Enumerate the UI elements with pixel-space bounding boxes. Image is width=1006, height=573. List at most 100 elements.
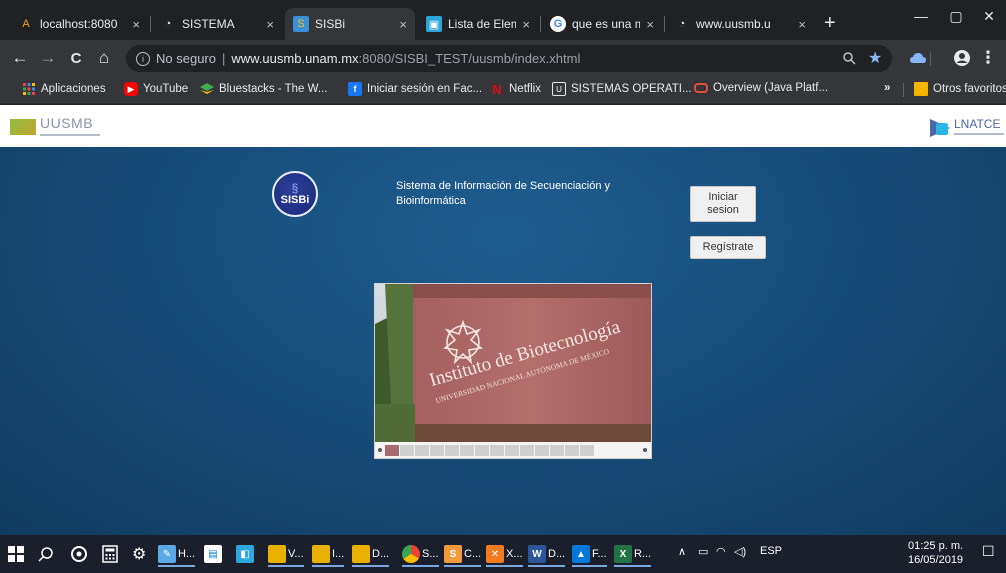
taskbar-app-paint[interactable]: ✎ H...	[158, 540, 196, 568]
profile-icon[interactable]	[950, 46, 974, 70]
bookmark-label: SISTEMAS OPERATI...	[571, 83, 692, 95]
tab-label: Lista de Elemen	[448, 17, 517, 31]
new-tab-button[interactable]: +	[824, 13, 836, 33]
search-taskbar-icon[interactable]	[38, 540, 54, 568]
bookmarks-overflow-button[interactable]: »	[884, 82, 890, 94]
tab-uusmb[interactable]: ◔ www.uusmb.u ×	[666, 8, 814, 40]
close-tab-icon[interactable]: ×	[646, 17, 654, 32]
close-tab-icon[interactable]: ×	[266, 17, 274, 32]
taskbar-app-label: R...	[634, 548, 652, 560]
settings-gear-icon[interactable]: ⚙	[132, 540, 146, 568]
reload-icon[interactable]: C	[64, 46, 88, 70]
slider-thumbnail[interactable]	[520, 445, 534, 456]
folder-icon	[914, 82, 928, 96]
office-icon[interactable]: ◧	[236, 540, 254, 568]
uusmb-logo-text: UUSMB	[40, 115, 94, 131]
taskbar-app-folder-d[interactable]: D...	[352, 540, 390, 568]
taskbar-app-folder-v[interactable]: V...	[268, 540, 304, 568]
slider-next-dot[interactable]	[643, 448, 647, 452]
info-icon[interactable]: i	[136, 51, 150, 66]
back-arrow-icon[interactable]: ←	[8, 46, 32, 70]
bookmark-facebook[interactable]: f Iniciar sesión en Fac...	[348, 82, 482, 96]
cortana-icon[interactable]	[70, 540, 88, 568]
slider-thumbnail[interactable]	[580, 445, 594, 456]
bookmark-star-icon[interactable]: ★	[868, 48, 882, 68]
maximize-button[interactable]: ▢	[941, 8, 971, 25]
close-window-button[interactable]: ✕	[974, 8, 1004, 25]
uusmb-logo[interactable]: UUSMB	[10, 115, 120, 139]
tab-google-search[interactable]: G que es una mu ×	[542, 8, 662, 40]
tab-localhost[interactable]: A localhost:8080 ×	[10, 8, 148, 40]
taskbar-app-xampp[interactable]: ✕ X...	[486, 540, 523, 568]
slider-thumbnail[interactable]	[490, 445, 504, 456]
slider-thumbnail[interactable]	[550, 445, 564, 456]
zoom-icon[interactable]	[842, 51, 856, 68]
slider-thumbnail[interactable]	[565, 445, 579, 456]
slider-thumbnail[interactable]	[445, 445, 459, 456]
slider-thumbnail[interactable]	[535, 445, 549, 456]
uusmb-logo-subtitle	[40, 134, 100, 136]
taskbar-app-sublime[interactable]: S C...	[444, 540, 482, 568]
slider-thumbnail[interactable]	[460, 445, 474, 456]
security-label: No seguro	[156, 51, 216, 66]
bookmark-netflix[interactable]: N Netflix	[490, 82, 541, 97]
address-bar[interactable]: i No seguro | www.uusmb.unam.mx :8080/SI…	[126, 45, 892, 72]
register-button[interactable]: Regístrate	[690, 236, 766, 259]
image-slider[interactable]: Instituto de Biotecnología UNIVERSIDAD N…	[374, 283, 652, 459]
close-tab-icon[interactable]: ×	[522, 17, 530, 32]
slide-image: Instituto de Biotecnología UNIVERSIDAD N…	[375, 284, 651, 442]
tab-sisbi[interactable]: S SISBi ×	[285, 8, 415, 40]
battery-icon[interactable]: ▭	[698, 545, 708, 558]
taskbar-app-folder-i[interactable]: I...	[312, 540, 345, 568]
bookmark-youtube[interactable]: ▶ YouTube	[124, 82, 188, 96]
minimize-button[interactable]: —	[906, 8, 936, 24]
google-favicon-icon: G	[550, 16, 566, 32]
slider-thumbnail[interactable]	[385, 445, 399, 456]
notifications-icon[interactable]: ☐	[982, 543, 995, 560]
folder-icon	[312, 545, 330, 563]
taskbar-app-photos[interactable]: ▲ F...	[572, 540, 607, 568]
slider-thumbnail[interactable]	[505, 445, 519, 456]
home-icon[interactable]: ⌂	[92, 46, 116, 70]
tab-lista-elementos[interactable]: ▣ Lista de Elemen ×	[418, 8, 538, 40]
slider-thumbnail[interactable]	[475, 445, 489, 456]
store-icon[interactable]: ▤	[204, 540, 222, 568]
volume-icon[interactable]: ◁)	[734, 545, 746, 558]
taskbar-app-label: X...	[506, 548, 523, 560]
close-tab-icon[interactable]: ×	[399, 17, 407, 32]
bookmarks-divider	[903, 83, 904, 97]
store-bag-icon: ▤	[204, 545, 222, 563]
forward-arrow-icon[interactable]: →	[36, 46, 60, 70]
taskbar-app-word[interactable]: W D...	[528, 540, 566, 568]
bookmark-apps[interactable]: Aplicaciones	[22, 82, 106, 96]
calculator-icon[interactable]	[102, 540, 118, 568]
language-indicator[interactable]: ESP	[760, 545, 782, 557]
tab-sistema[interactable]: ◔ SISTEMA ×	[152, 8, 282, 40]
slider-thumbnail[interactable]	[415, 445, 429, 456]
slider-thumbnail[interactable]	[400, 445, 414, 456]
bookmark-other-favorites[interactable]: Otros favoritos	[914, 82, 1006, 96]
bookmark-bluestacks[interactable]: Bluestacks - The W...	[200, 82, 327, 96]
taskbar-app-excel[interactable]: X R...	[614, 540, 652, 568]
bookmark-sistemas-operativos[interactable]: U SISTEMAS OPERATI...	[552, 82, 692, 96]
bookmark-java-overview[interactable]: Overview (Java Platf...	[694, 82, 828, 94]
tray-chevron-icon[interactable]: ∧	[678, 545, 686, 558]
extension-cloud-icon[interactable]	[906, 46, 930, 70]
menu-kebab-icon[interactable]: ⋮	[976, 46, 1000, 70]
login-button[interactable]: Iniciar sesion	[690, 186, 756, 222]
excel-icon: X	[614, 545, 632, 563]
taskbar-app-chrome[interactable]: S...	[402, 540, 439, 568]
slider-prev-dot[interactable]	[378, 448, 382, 452]
wifi-icon[interactable]: ◠	[716, 545, 726, 558]
close-tab-icon[interactable]: ×	[132, 17, 140, 32]
bluestacks-icon	[200, 82, 214, 96]
address-divider: |	[221, 51, 226, 66]
start-button[interactable]	[8, 540, 24, 568]
sisbi-logo: § SISBi	[272, 171, 318, 217]
close-tab-icon[interactable]: ×	[798, 17, 806, 32]
browser-toolbar: ← → C ⌂ i No seguro | www.uusmb.unam.mx …	[0, 40, 1006, 76]
dna-icon: §	[291, 181, 299, 195]
system-clock[interactable]: 01:25 p. m. 16/05/2019	[908, 539, 963, 567]
lnatce-logo[interactable]: LNATCE	[930, 117, 1006, 139]
slider-thumbnail[interactable]	[430, 445, 444, 456]
